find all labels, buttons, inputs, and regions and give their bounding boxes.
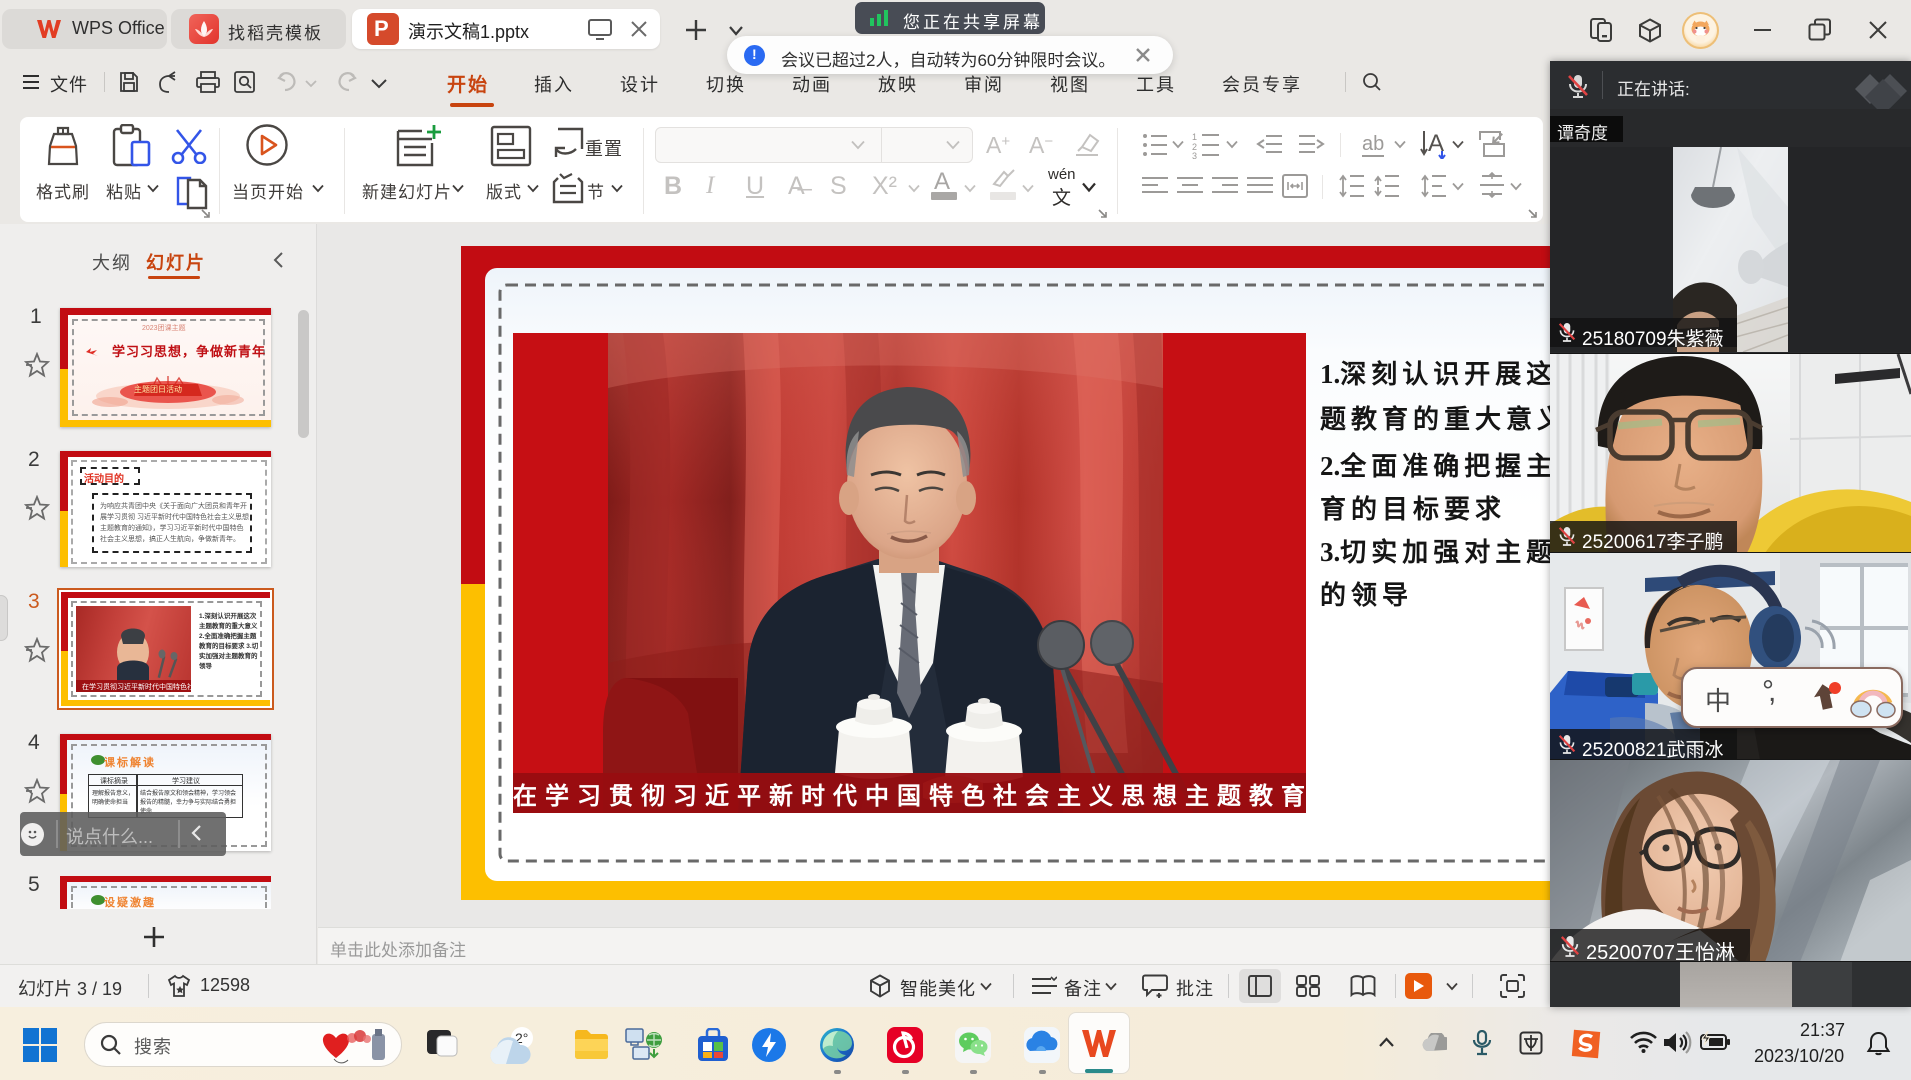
svg-text:在学习贯彻习近平新时代中国特色社会主义思想主题教育工作会议上: 在学习贯彻习近平新时代中国特色社会主义思想主题教育工作会议上的讲话 xyxy=(82,682,191,691)
svg-text:1: 1 xyxy=(1192,132,1197,142)
svg-text:3: 3 xyxy=(1192,151,1197,159)
